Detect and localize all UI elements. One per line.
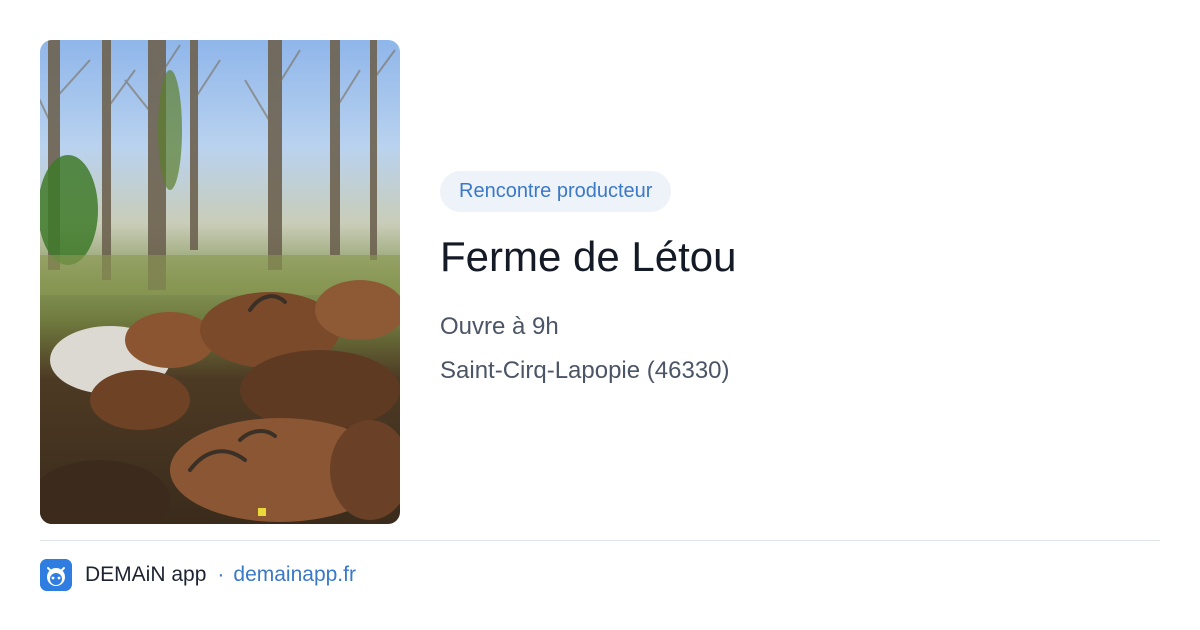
category-badge: Rencontre producteur bbox=[440, 171, 672, 212]
farm-title[interactable]: Ferme de Létou bbox=[440, 232, 1160, 282]
footer-divider bbox=[40, 540, 1160, 541]
farm-photo bbox=[40, 40, 400, 524]
opening-hours: Ouvre à 9h bbox=[440, 313, 559, 340]
app-name: DEMAiN app bbox=[85, 562, 207, 586]
goat-herd-illustration bbox=[40, 40, 400, 524]
demain-app-icon bbox=[40, 558, 72, 591]
location-text: Saint-Cirq-Lapopie (46330) bbox=[440, 357, 730, 384]
link-preview-card[interactable]: Rencontre producteur Ferme de Létou Ouvr… bbox=[0, 0, 1200, 630]
card-info: Rencontre producteur Ferme de Létou Ouvr… bbox=[440, 171, 1160, 386]
footer-separator: · bbox=[217, 562, 225, 586]
app-domain-link[interactable]: demainapp.fr bbox=[233, 563, 356, 587]
source-footer: DEMAiN app · demainapp.fr bbox=[40, 558, 356, 591]
